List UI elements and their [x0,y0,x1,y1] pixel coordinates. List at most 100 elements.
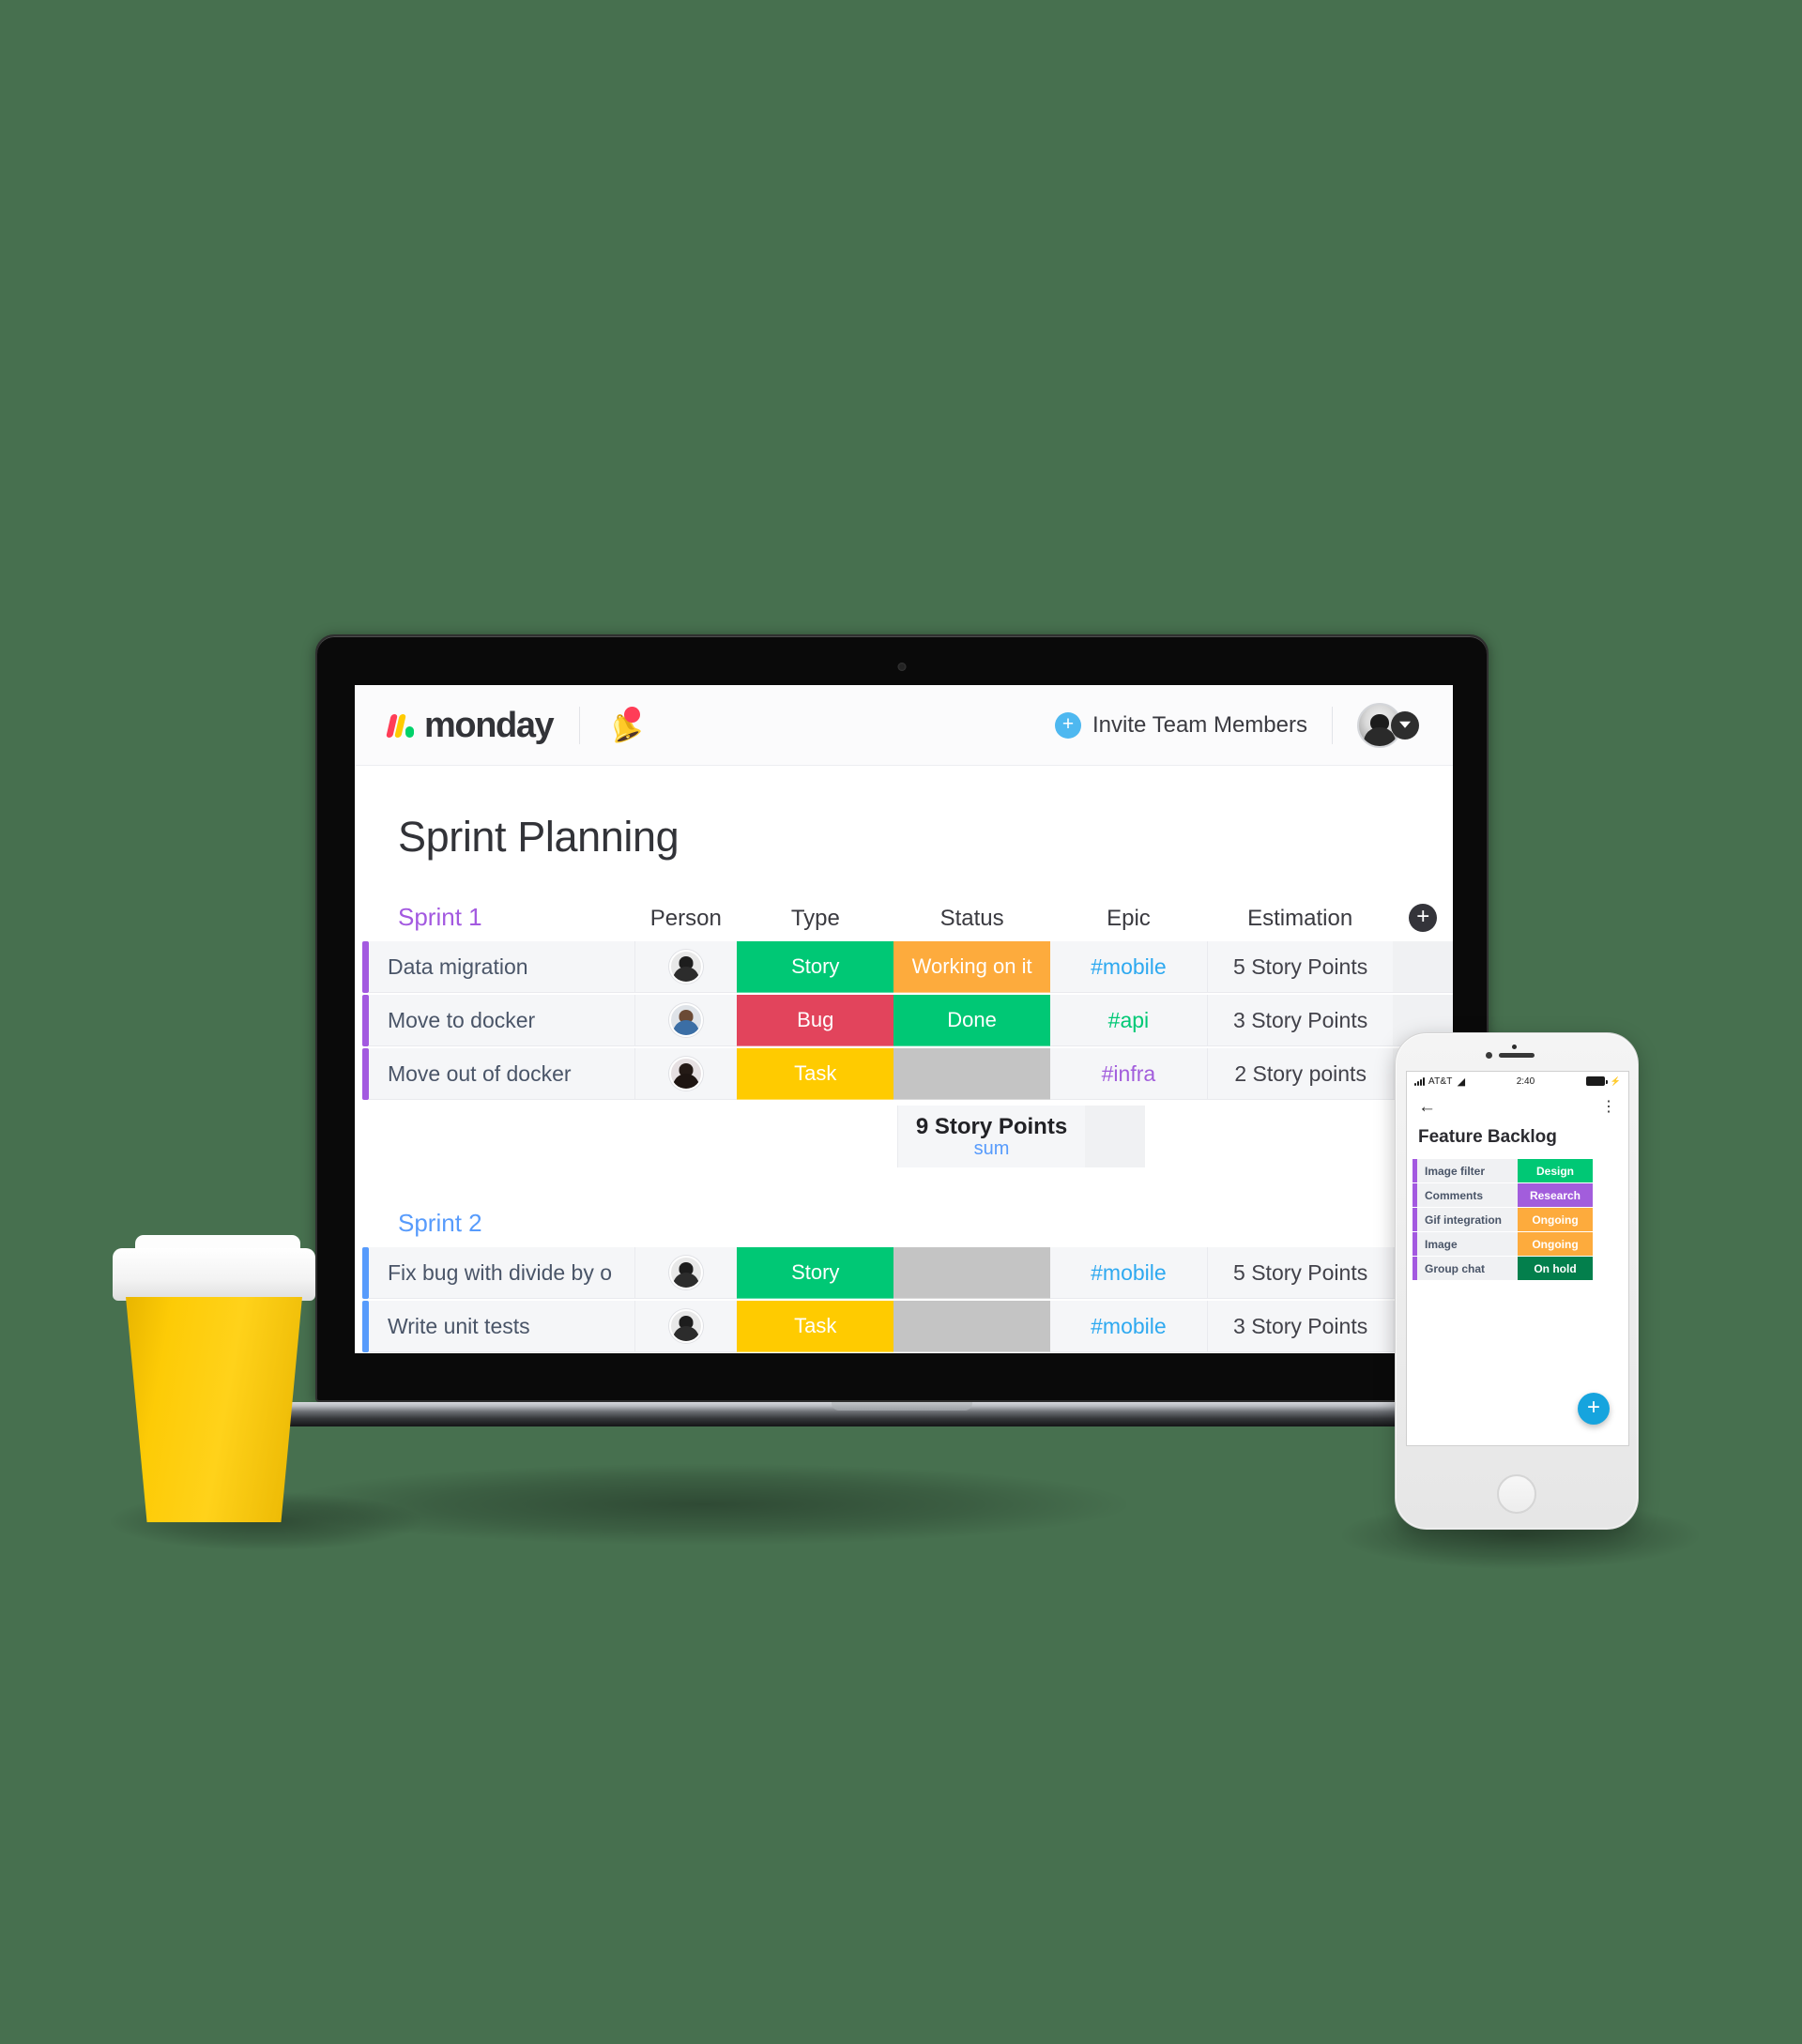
person-cell[interactable] [634,1247,738,1299]
list-item-name[interactable]: Image filter [1417,1159,1518,1182]
group-title-sprint-1[interactable]: Sprint 1 [355,903,634,932]
list-item-name[interactable]: Comments [1417,1183,1518,1207]
chevron-down-icon[interactable] [1391,710,1419,740]
brand-wordmark: monday [424,705,555,745]
column-headers: Sprint 1 Person Type Status Epic Estimat… [355,903,1453,941]
avatar [669,1003,704,1037]
table-row[interactable]: Fix bug with divide by o Story #mobile 5 St… [355,1247,1453,1299]
brand-logo[interactable]: monday [386,705,555,745]
table-row[interactable]: Data migration Story Working on it #mobile 5… [355,941,1453,993]
board-group-sprint-2: Sprint 2 Fix bug with divide by o Story #m… [355,1209,1453,1352]
laptop-screen: monday 🔔 + Invite Team Members Sprint Pl… [355,685,1453,1353]
carrier-label: AT&T [1428,1075,1453,1087]
laptop-device: monday 🔔 + Invite Team Members Sprint Pl… [237,634,1567,1426]
estimation-cell[interactable]: 5 Story Points [1206,1247,1394,1299]
list-item-status[interactable]: On hold [1518,1257,1593,1280]
overflow-menu-icon[interactable]: ⋮ [1601,1099,1617,1115]
list-item[interactable]: Image Ongoing [1407,1232,1628,1256]
group-title-sprint-2[interactable]: Sprint 2 [355,1209,636,1238]
column-header-type[interactable]: Type [737,906,893,932]
list-item-status[interactable]: Ongoing [1518,1232,1593,1256]
phone-screen: AT&T ◢ 2:40 ⚡ ← ⋮ Feature Backlog Image … [1406,1071,1629,1446]
earpiece-speaker [1499,1053,1535,1058]
summary-tail [1085,1106,1145,1167]
row-accent-bar [362,1247,369,1299]
column-header-status[interactable]: Status [893,906,1050,932]
table-row[interactable]: Move out of docker Task #infra 2 Story poin… [355,1048,1453,1100]
estimation-cell[interactable]: 5 Story Points [1206,941,1394,993]
home-button[interactable] [1497,1474,1536,1514]
column-header-estimation[interactable]: Estimation [1207,906,1394,932]
list-item-name[interactable]: Gif integration [1417,1208,1518,1231]
avatar [669,1256,704,1289]
bell-icon[interactable]: 🔔 [604,705,648,746]
avatar [669,1057,704,1091]
header-actions: + Invite Team Members [1055,702,1419,748]
back-arrow-icon[interactable]: ← [1418,1098,1436,1116]
status-cell[interactable] [893,1247,1050,1299]
list-item-name[interactable]: Image [1417,1232,1518,1256]
invite-team-members-button[interactable]: + Invite Team Members [1055,711,1307,739]
phone-app-bar: ← ⋮ [1407,1091,1628,1120]
person-cell[interactable] [634,1301,738,1352]
phone-device: AT&T ◢ 2:40 ⚡ ← ⋮ Feature Backlog Image … [1395,1032,1639,1530]
row-name-cell[interactable]: Write unit tests [368,1301,635,1352]
board-rows-sprint-2: Fix bug with divide by o Story #mobile 5 St… [355,1247,1453,1352]
front-camera-icon [1486,1052,1492,1059]
list-item-status[interactable]: Research [1518,1183,1593,1207]
list-item[interactable]: Gif integration Ongoing [1407,1208,1628,1231]
phone-board-title: Feature Backlog [1418,1127,1557,1147]
page-title: Sprint Planning [398,813,680,861]
list-item[interactable]: Comments Research [1407,1183,1628,1207]
list-item-status[interactable]: Ongoing [1518,1208,1593,1231]
epic-cell[interactable]: #mobile [1050,941,1207,993]
epic-cell[interactable]: #mobile [1050,1301,1207,1352]
person-cell[interactable] [634,995,738,1046]
epic-cell[interactable]: #api [1050,995,1207,1046]
status-cell[interactable] [893,1048,1050,1100]
board-content: Sprint Planning Sprint 1 Person Type Sta… [355,766,1453,1353]
table-row[interactable]: Write unit tests Task #mobile 3 Story Point… [355,1301,1453,1352]
list-item-status[interactable]: Design [1518,1159,1593,1182]
add-column-button[interactable]: + [1409,904,1438,932]
estimation-cell[interactable]: 3 Story Points [1206,1301,1394,1352]
group-header-sprint-2: Sprint 2 [355,1209,1453,1247]
column-header-epic[interactable]: Epic [1050,906,1207,932]
table-row[interactable]: Move to docker Bug Done #api 3 Story Points [355,995,1453,1046]
type-cell[interactable]: Task [737,1301,894,1352]
group-summary-row: 9 Story Points sum [355,1106,1453,1167]
row-accent-bar [362,941,369,993]
list-item[interactable]: Group chat On hold [1407,1257,1628,1280]
list-item-name[interactable]: Group chat [1417,1257,1518,1280]
estimation-sum-box: 9 Story Points sum [897,1106,1085,1167]
status-cell[interactable]: Done [893,995,1050,1046]
user-menu[interactable] [1357,702,1419,748]
type-cell[interactable]: Bug [737,995,894,1046]
row-name-cell[interactable]: Data migration [368,941,635,993]
board-group-sprint-1: Sprint 1 Person Type Status Epic Estimat… [355,903,1453,1167]
epic-cell[interactable]: #infra [1050,1048,1207,1100]
column-header-person[interactable]: Person [634,906,737,932]
estimation-cell[interactable]: 2 Story points [1206,1048,1394,1100]
row-name-cell[interactable]: Move to docker [368,995,635,1046]
add-item-fab[interactable]: + [1578,1393,1610,1425]
board-rows-sprint-1: Data migration Story Working on it #mobile 5… [355,941,1453,1100]
type-cell[interactable]: Task [737,1048,894,1100]
row-name-cell[interactable]: Fix bug with divide by o [368,1247,635,1299]
row-accent-bar [362,1301,369,1352]
type-cell[interactable]: Story [737,1247,894,1299]
sum-value: 9 Story Points [915,1113,1068,1139]
person-cell[interactable] [634,941,738,993]
webcam-icon [897,663,907,671]
type-cell[interactable]: Story [737,941,894,993]
epic-cell[interactable]: #mobile [1050,1247,1207,1299]
row-accent-bar [362,995,369,1046]
status-cell[interactable]: Working on it [893,941,1050,993]
row-name-cell[interactable]: Move out of docker [368,1048,635,1100]
list-item[interactable]: Image filter Design [1407,1159,1628,1182]
coffee-cup-body [126,1297,302,1522]
person-cell[interactable] [634,1048,738,1100]
avatar [669,950,704,984]
status-cell[interactable] [893,1301,1050,1352]
estimation-cell[interactable]: 3 Story Points [1206,995,1394,1046]
